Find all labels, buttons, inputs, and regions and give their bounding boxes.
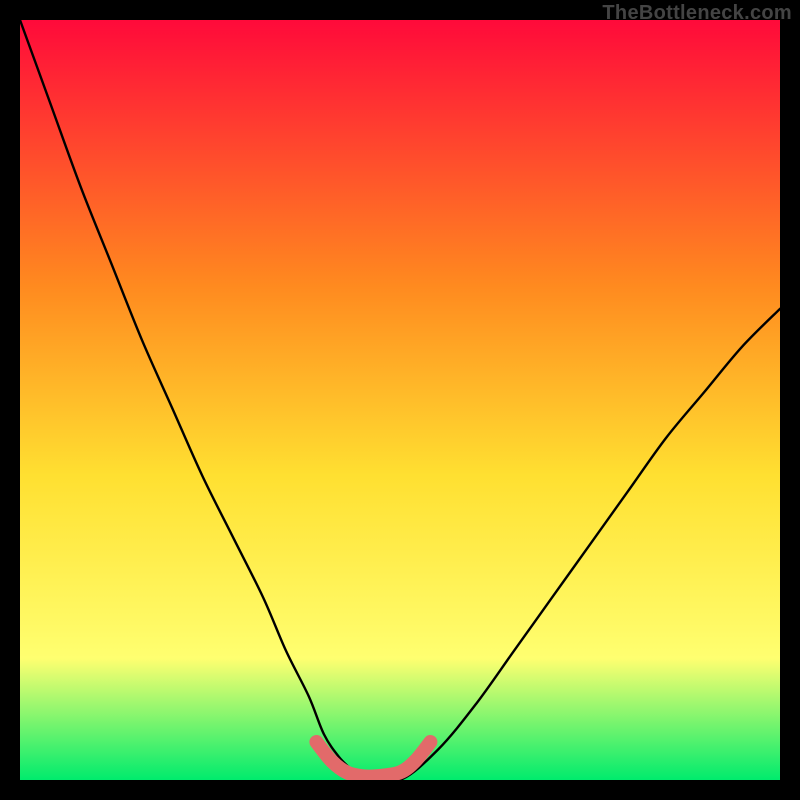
- chart-plot-area: [20, 20, 780, 780]
- chart-background-gradient: [20, 20, 780, 780]
- chart-frame: TheBottleneck.com: [0, 0, 800, 800]
- chart-svg: [20, 20, 780, 780]
- watermark-text: TheBottleneck.com: [602, 2, 792, 25]
